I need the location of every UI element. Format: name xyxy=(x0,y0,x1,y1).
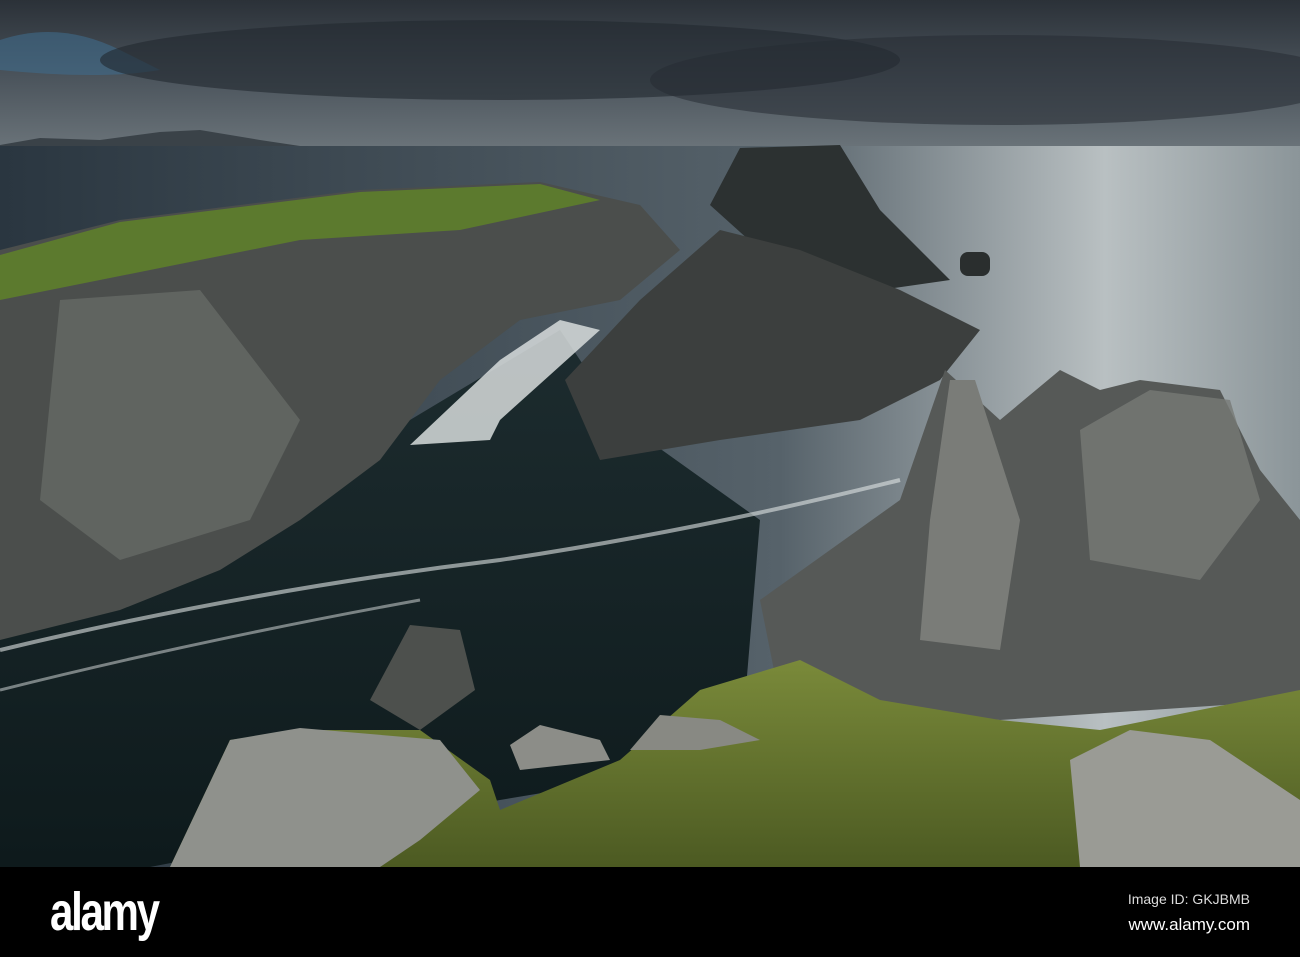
site-url: www.alamy.com xyxy=(1128,915,1250,934)
stock-photo-frame: alamy Image ID: GKJBMB www.alamy.com xyxy=(0,0,1300,957)
alamy-logo: alamy xyxy=(50,882,160,942)
small-rock xyxy=(960,252,990,276)
watermark-footer: alamy Image ID: GKJBMB www.alamy.com xyxy=(0,867,1300,957)
seascape-photo xyxy=(0,0,1300,867)
image-id: Image ID: GKJBMB xyxy=(1127,891,1250,907)
